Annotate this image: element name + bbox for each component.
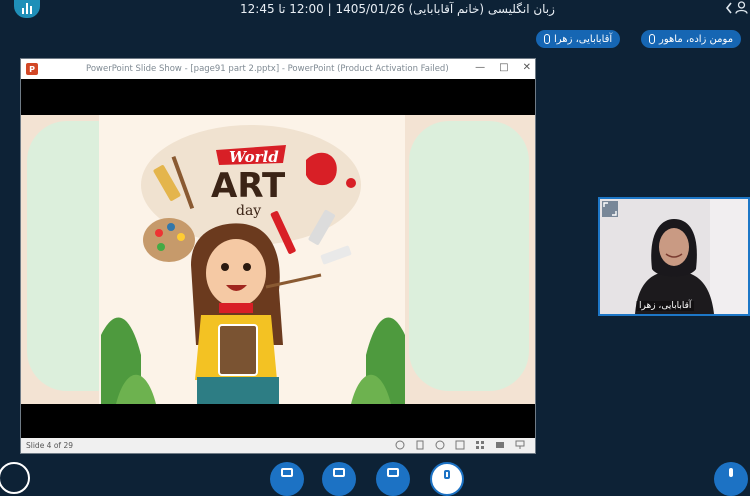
presentation-icon [729,468,733,477]
stats-button[interactable] [14,0,40,18]
powerpoint-icon: P [26,63,38,75]
chevron-left-icon[interactable] [725,2,733,14]
menu-icon[interactable] [415,440,425,450]
reading-view-icon[interactable] [495,440,505,450]
next-icon[interactable] [435,440,445,450]
camera-button[interactable] [322,462,356,496]
mic-icon [444,470,450,479]
speaker-pill[interactable]: آقابابایی، زهرا [536,30,621,48]
slide-word-art: ART [211,166,286,206]
webcam-name-label: آقابابایی، زهرا [636,301,695,311]
camera-icon [333,468,345,477]
headset-icon [387,468,399,477]
expand-icon[interactable] [602,201,618,217]
actions-button[interactable] [714,462,748,496]
slide-word-day: day [236,203,261,219]
speaker-name: مومن زاده، ماهور [659,33,734,45]
maximize-icon[interactable]: □ [499,63,508,73]
slideshow-window-title: PowerPoint Slide Show - [page91 part 2.p… [86,64,449,74]
share-button[interactable] [270,462,304,496]
share-icon [281,468,293,477]
webcam-video[interactable] [598,197,750,316]
mic-icon [544,34,550,44]
slideshow-titlebar[interactable]: P PowerPoint Slide Show - [page91 part 2… [21,59,535,79]
user-icon[interactable] [735,1,748,14]
audio-button[interactable] [376,462,410,496]
mic-button[interactable] [430,462,464,496]
slideshow-view-icon[interactable] [515,440,525,450]
minimize-icon[interactable]: — [475,63,485,73]
slide-counter: Slide 4 of 29 [26,441,73,450]
slide-word-world: World [229,148,279,166]
slide-illustration: World ART day [21,115,535,404]
previous-icon[interactable] [395,440,405,450]
speaker-name: آقابابایی، زهرا [554,33,613,45]
slide-sorter-icon[interactable] [475,440,485,450]
mic-icon [649,34,655,44]
slide-canvas: World ART day [21,115,535,404]
speaker-pill[interactable]: مومن زاده، ماهور [641,30,742,48]
webcam-image [600,199,748,314]
slideshow-statusbar: Slide 4 of 29 [21,438,535,453]
slideshow-window[interactable]: P PowerPoint Slide Show - [page91 part 2… [20,58,536,454]
meeting-title: زبان انگلیسی (خانم آقابابایی) 1405/01/26… [240,2,555,16]
normal-view-icon[interactable] [455,440,465,450]
stats-icon [22,2,32,14]
leave-button[interactable] [0,462,30,494]
close-icon[interactable]: ✕ [523,63,531,73]
